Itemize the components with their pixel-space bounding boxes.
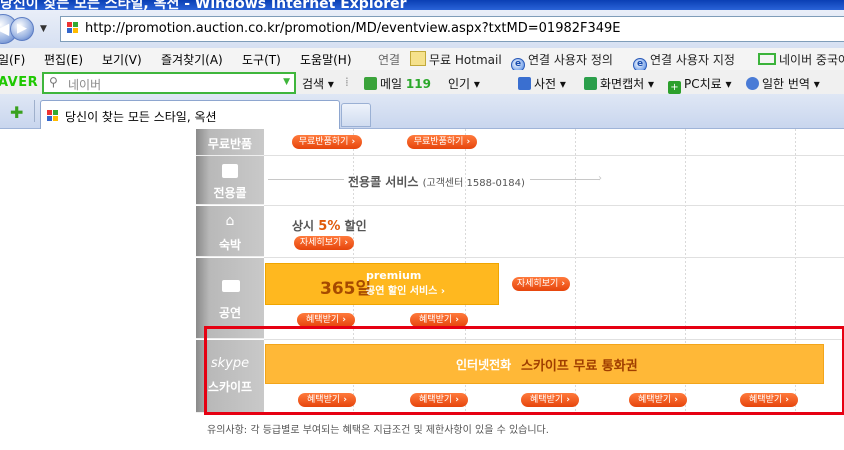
tab-row: ✚ 당신이 찾는 모든 스타일, 옥션 xyxy=(0,94,844,129)
toolbar-separator-icon: ⁞ xyxy=(345,75,349,89)
menu-file[interactable]: 일(F) xyxy=(0,51,25,68)
phone-icon xyxy=(222,164,238,178)
dedicated-call-service: 전용콜 서비스 (고객센터 1588-0184) xyxy=(348,175,525,189)
url-text: http://promotion.auction.co.kr/promotion… xyxy=(85,21,621,36)
free-return-button[interactable]: 무료반품하기 xyxy=(292,135,362,149)
naver-pc-button[interactable]: + PC치료 ▾ xyxy=(668,75,732,94)
premium-365-banner[interactable]: 365일 premium 공연 할인 서비스 › xyxy=(265,263,499,305)
page-icon xyxy=(67,22,79,34)
naver-search-button[interactable]: 검색 ▾ xyxy=(302,75,334,92)
notice-text: 유의사항: 각 등급별로 부여되는 혜택은 지급조건 및 제한사항이 있을 수 … xyxy=(207,425,549,436)
performance-details-button[interactable]: 자세히보기 xyxy=(512,277,570,291)
menu-edit[interactable]: 편집(E) xyxy=(44,51,83,68)
tab-auction[interactable]: 당신이 찾는 모든 스타일, 옥션 xyxy=(40,100,340,129)
translate-icon xyxy=(746,77,759,90)
new-tab-button[interactable] xyxy=(341,103,371,127)
naver-logo[interactable]: AVER xyxy=(0,75,38,90)
naver-mail-button[interactable]: 메일 119 xyxy=(364,75,431,92)
search-icon: ⚲ xyxy=(49,75,58,89)
search-placeholder: 네이버 xyxy=(68,78,102,92)
forward-button[interactable]: ▶ xyxy=(10,17,34,41)
window-title-bar: 당신이 찾는 모든 스타일, 옥션 - Windows Internet Exp… xyxy=(0,0,844,10)
category-free-return: 무료반품 xyxy=(196,129,264,156)
naver-capture-button[interactable]: 화면캡처 ▾ xyxy=(584,75,654,92)
window-title: 당신이 찾는 모든 스타일, 옥션 - Windows Internet Exp… xyxy=(0,0,407,10)
naver-dictionary-button[interactable]: 사전 ▾ xyxy=(518,75,566,92)
free-return-button[interactable]: 무료반품하기 xyxy=(407,135,477,149)
page-content: 무료반품 무료반품하기 무료반품하기 전용콜 전용콜 서비스 (고객센터 158… xyxy=(0,129,844,450)
favorites-star-icon[interactable]: ✚ xyxy=(10,103,23,122)
category-dedicated-call: 전용콜 xyxy=(196,156,264,205)
capture-icon xyxy=(584,77,597,90)
mail-icon xyxy=(364,77,377,90)
menu-view[interactable]: 보기(V) xyxy=(102,51,142,68)
arrow-line xyxy=(268,179,344,180)
dictionary-icon xyxy=(518,77,531,90)
banner-sub: 공연 할인 서비스 › xyxy=(366,286,445,297)
lodging-discount: 상시 5% 할인 xyxy=(292,219,367,234)
get-benefit-button[interactable]: 혜택받기 xyxy=(297,313,355,327)
category-lodging: ⌂ 숙박 xyxy=(196,206,264,257)
naver-toolbar: AVER ⚲ 네이버 ▼ 검색 ▾ ⁞ 메일 119 인기 ▾ 사전 ▾ 화면캡… xyxy=(0,70,844,95)
tab-page-icon xyxy=(47,110,59,122)
plus-icon: + xyxy=(668,81,681,94)
menu-help[interactable]: 도움말(H) xyxy=(300,51,352,68)
naver-translate-button[interactable]: 일한 번역 ▾ xyxy=(746,75,820,92)
search-dropdown-icon[interactable]: ▼ xyxy=(283,77,290,87)
link-hotmail[interactable]: 무료 Hotmail xyxy=(410,51,502,68)
link-custom-1[interactable]: e 연결 사용자 정의 xyxy=(511,51,613,72)
menu-favorites[interactable]: 즐겨찾기(A) xyxy=(161,51,223,68)
tab-separator xyxy=(34,100,35,122)
naver-search-input[interactable]: ⚲ 네이버 ▼ xyxy=(42,72,296,94)
naver-popular-button[interactable]: 인기 ▾ xyxy=(448,75,480,92)
window-icon xyxy=(758,53,776,65)
get-benefit-button[interactable]: 혜택받기 xyxy=(410,313,468,327)
link-naver-chinese[interactable]: 네이버 중국어 xyxy=(758,51,844,68)
link-custom-2[interactable]: e 연결 사용자 지정 xyxy=(633,51,735,72)
history-dropdown-icon[interactable]: ▼ xyxy=(40,24,47,34)
lodging-details-button[interactable]: 자세히보기 xyxy=(294,236,354,250)
arrow-line xyxy=(530,179,600,180)
address-bar[interactable]: http://promotion.auction.co.kr/promotion… xyxy=(60,16,844,42)
menu-bar: 일(F) 편집(E) 보기(V) 즐겨찾기(A) 도구(T) 도움말(H) 연결… xyxy=(0,48,844,72)
address-row: ◀ ▶ ▼ http://promotion.auction.co.kr/pro… xyxy=(0,10,844,49)
highlight-box xyxy=(204,326,844,415)
tab-label: 당신이 찾는 모든 스타일, 옥션 xyxy=(65,110,217,124)
camera-icon xyxy=(222,280,240,292)
house-icon: ⌂ xyxy=(225,213,235,229)
arrow-head-icon: › xyxy=(598,173,602,184)
note-icon xyxy=(410,51,426,66)
links-label: 연결 xyxy=(378,53,401,67)
menu-tools[interactable]: 도구(T) xyxy=(242,51,281,68)
